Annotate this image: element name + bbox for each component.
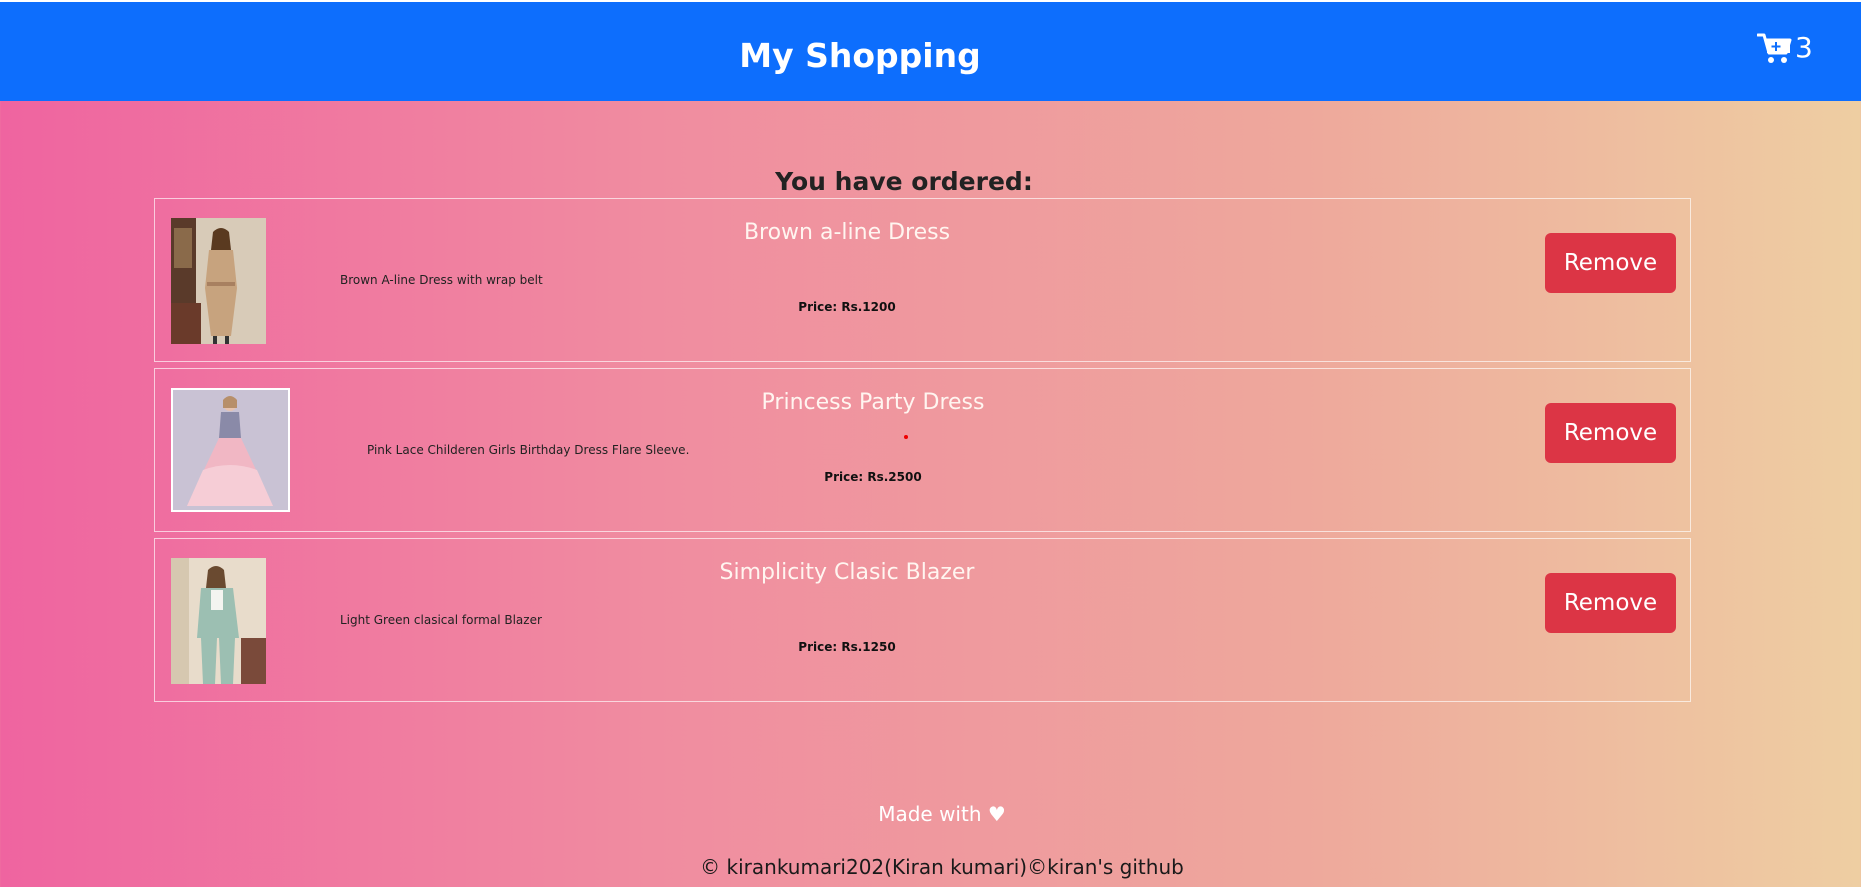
product-description: Pink Lace Childeren Girls Birthday Dress… — [367, 443, 690, 457]
product-price: Price: Rs.1250 — [798, 640, 896, 654]
product-image — [171, 218, 266, 344]
order-list: Brown a-line Dress Brown A-line Dress wi… — [154, 198, 1691, 708]
order-heading: You have ordered: — [775, 166, 1033, 196]
site-brand[interactable]: My Shopping — [0, 35, 1720, 77]
product-description: Light Green clasical formal Blazer — [340, 613, 542, 627]
product-title: Simplicity Clasic Blazer — [719, 560, 975, 585]
remove-button[interactable]: Remove — [1545, 233, 1676, 293]
order-item: Simplicity Clasic Blazer Light Green cla… — [154, 538, 1691, 702]
remove-button[interactable]: Remove — [1545, 403, 1676, 463]
remove-button[interactable]: Remove — [1545, 573, 1676, 633]
cart-count: 3 — [1795, 31, 1813, 64]
product-description: Brown A-line Dress with wrap belt — [340, 273, 543, 287]
cursor-dot — [904, 435, 908, 439]
product-price: Price: Rs.1200 — [798, 300, 896, 314]
cart-button[interactable]: 3 — [1757, 28, 1813, 68]
product-image — [171, 388, 290, 512]
navbar: My Shopping 3 — [0, 2, 1861, 101]
made-with-text: Made with ♥ — [878, 802, 1006, 826]
copyright-text[interactable]: © kirankumari202(Kiran kumari)©kiran's g… — [0, 854, 1861, 880]
order-item: Brown a-line Dress Brown A-line Dress wi… — [154, 198, 1691, 362]
product-image — [171, 558, 266, 684]
product-title: Princess Party Dress — [761, 390, 985, 415]
order-item: Princess Party Dress Pink Lace Childeren… — [154, 368, 1691, 532]
cart-plus-icon — [1757, 31, 1793, 65]
product-title: Brown a-line Dress — [743, 220, 951, 245]
product-price: Price: Rs.2500 — [824, 470, 922, 484]
